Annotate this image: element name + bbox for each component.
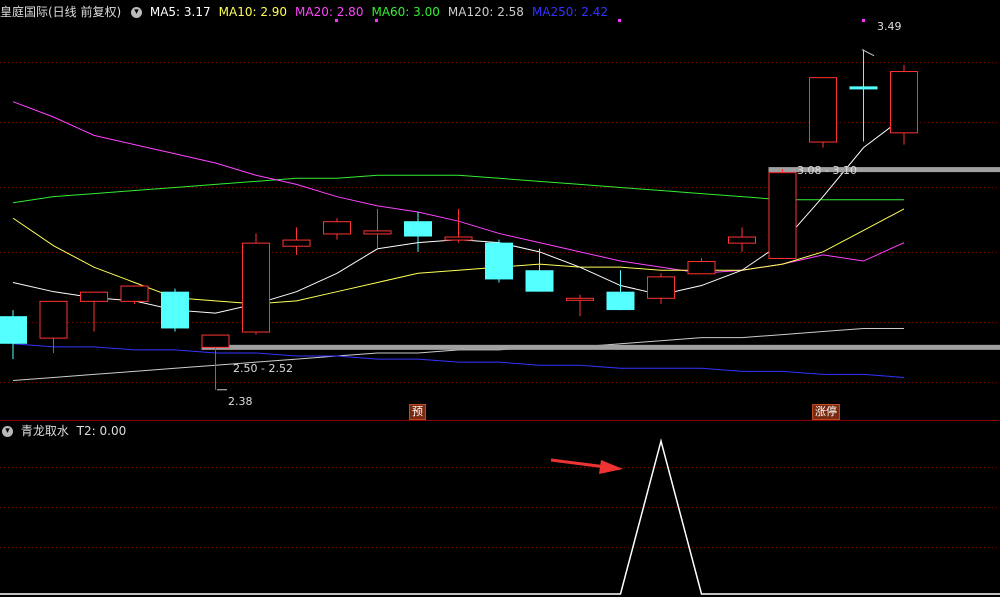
candle-body — [566, 297, 594, 301]
candle[interactable] — [687, 257, 716, 275]
stock-chart-canvas[interactable] — [0, 0, 1000, 597]
limit-up-tag[interactable]: 涨停 — [812, 404, 840, 420]
chevron-down-icon[interactable]: ▾ — [2, 426, 13, 437]
candle[interactable] — [323, 218, 351, 240]
t2-line — [0, 438, 1000, 595]
candle-body — [0, 316, 27, 344]
candle[interactable] — [849, 49, 878, 142]
candle[interactable] — [39, 300, 68, 353]
candle-body — [39, 300, 68, 339]
candle[interactable] — [647, 273, 675, 304]
chevron-down-icon[interactable]: ▾ — [131, 7, 143, 18]
candle[interactable] — [120, 285, 149, 304]
candle[interactable] — [404, 212, 432, 252]
candle-body — [809, 77, 837, 143]
candle[interactable] — [768, 169, 797, 259]
candle[interactable] — [201, 334, 230, 390]
indicator-series — [0, 438, 1000, 595]
candle-body — [323, 221, 351, 235]
signal-arrow — [550, 458, 623, 474]
candle-body — [282, 239, 311, 247]
ma-legend-item: MA250: 2.42 — [531, 5, 608, 19]
candle[interactable] — [566, 294, 594, 317]
candle-body — [485, 242, 513, 280]
low-price-label: 2.38 — [228, 395, 253, 408]
candle[interactable] — [606, 270, 635, 311]
candle-body — [444, 236, 473, 241]
candle-body — [242, 242, 270, 333]
main-panel-title: 皇庭国际(日线 前复权) — [0, 5, 122, 19]
candle-body — [404, 221, 432, 237]
high-price-label: 3.49 — [877, 20, 902, 33]
candle[interactable] — [444, 208, 473, 243]
candle[interactable] — [161, 288, 189, 332]
grid-lines — [0, 62, 1000, 548]
candle[interactable] — [242, 233, 270, 335]
candle[interactable] — [80, 291, 108, 332]
candle[interactable] — [282, 227, 311, 255]
candle-body — [890, 71, 918, 134]
candle-body — [849, 86, 878, 90]
candle-body — [525, 270, 554, 292]
candle[interactable] — [363, 208, 392, 249]
ma-legend-item: MA20: 2.80 — [295, 5, 364, 19]
candlestick-series[interactable] — [0, 49, 918, 390]
signal-dot — [862, 19, 865, 22]
ma-legend-item: MA60: 3.00 — [371, 5, 440, 19]
candle-body — [201, 334, 230, 348]
candle[interactable] — [485, 239, 513, 283]
candle-body — [161, 291, 189, 329]
lower-zone-label: 2.50 - 2.52 — [233, 362, 293, 375]
candle[interactable] — [0, 310, 27, 360]
candle-body — [80, 291, 108, 302]
ma120-line — [12, 327, 904, 382]
candle-body — [120, 285, 149, 302]
candle[interactable] — [728, 227, 756, 252]
candle-body — [687, 261, 716, 275]
candle-body — [768, 172, 797, 259]
ma-legend: MA5: 3.17 MA10: 2.90 MA20: 2.80 MA60: 3.00 M… — [150, 5, 616, 19]
predict-tag[interactable]: 预 — [409, 404, 426, 420]
candle[interactable] — [809, 77, 837, 148]
candle[interactable] — [890, 64, 918, 145]
sub-panel-header: ▾ 青龙取水 T2: 0.00 — [0, 422, 130, 440]
sub-panel-title: 青龙取水 — [20, 424, 69, 438]
candle-body — [363, 230, 392, 235]
ma-legend-item: MA10: 2.90 — [218, 5, 288, 19]
candle-body — [606, 291, 635, 311]
candle-body — [647, 276, 675, 299]
main-panel-header: 皇庭国际(日线 前复权) ▾ MA5: 3.17 MA10: 2.90 MA20: … — [0, 3, 620, 21]
zone-bar — [201, 344, 1000, 350]
upper-zone-label: 3.08 - 3.10 — [797, 164, 857, 177]
candle-body — [728, 236, 756, 244]
ma-legend-item: MA120: 2.58 — [447, 5, 524, 19]
ma-legend-item: MA5: 3.17 — [149, 5, 211, 19]
t2-value: T2: 0.00 — [76, 424, 127, 438]
